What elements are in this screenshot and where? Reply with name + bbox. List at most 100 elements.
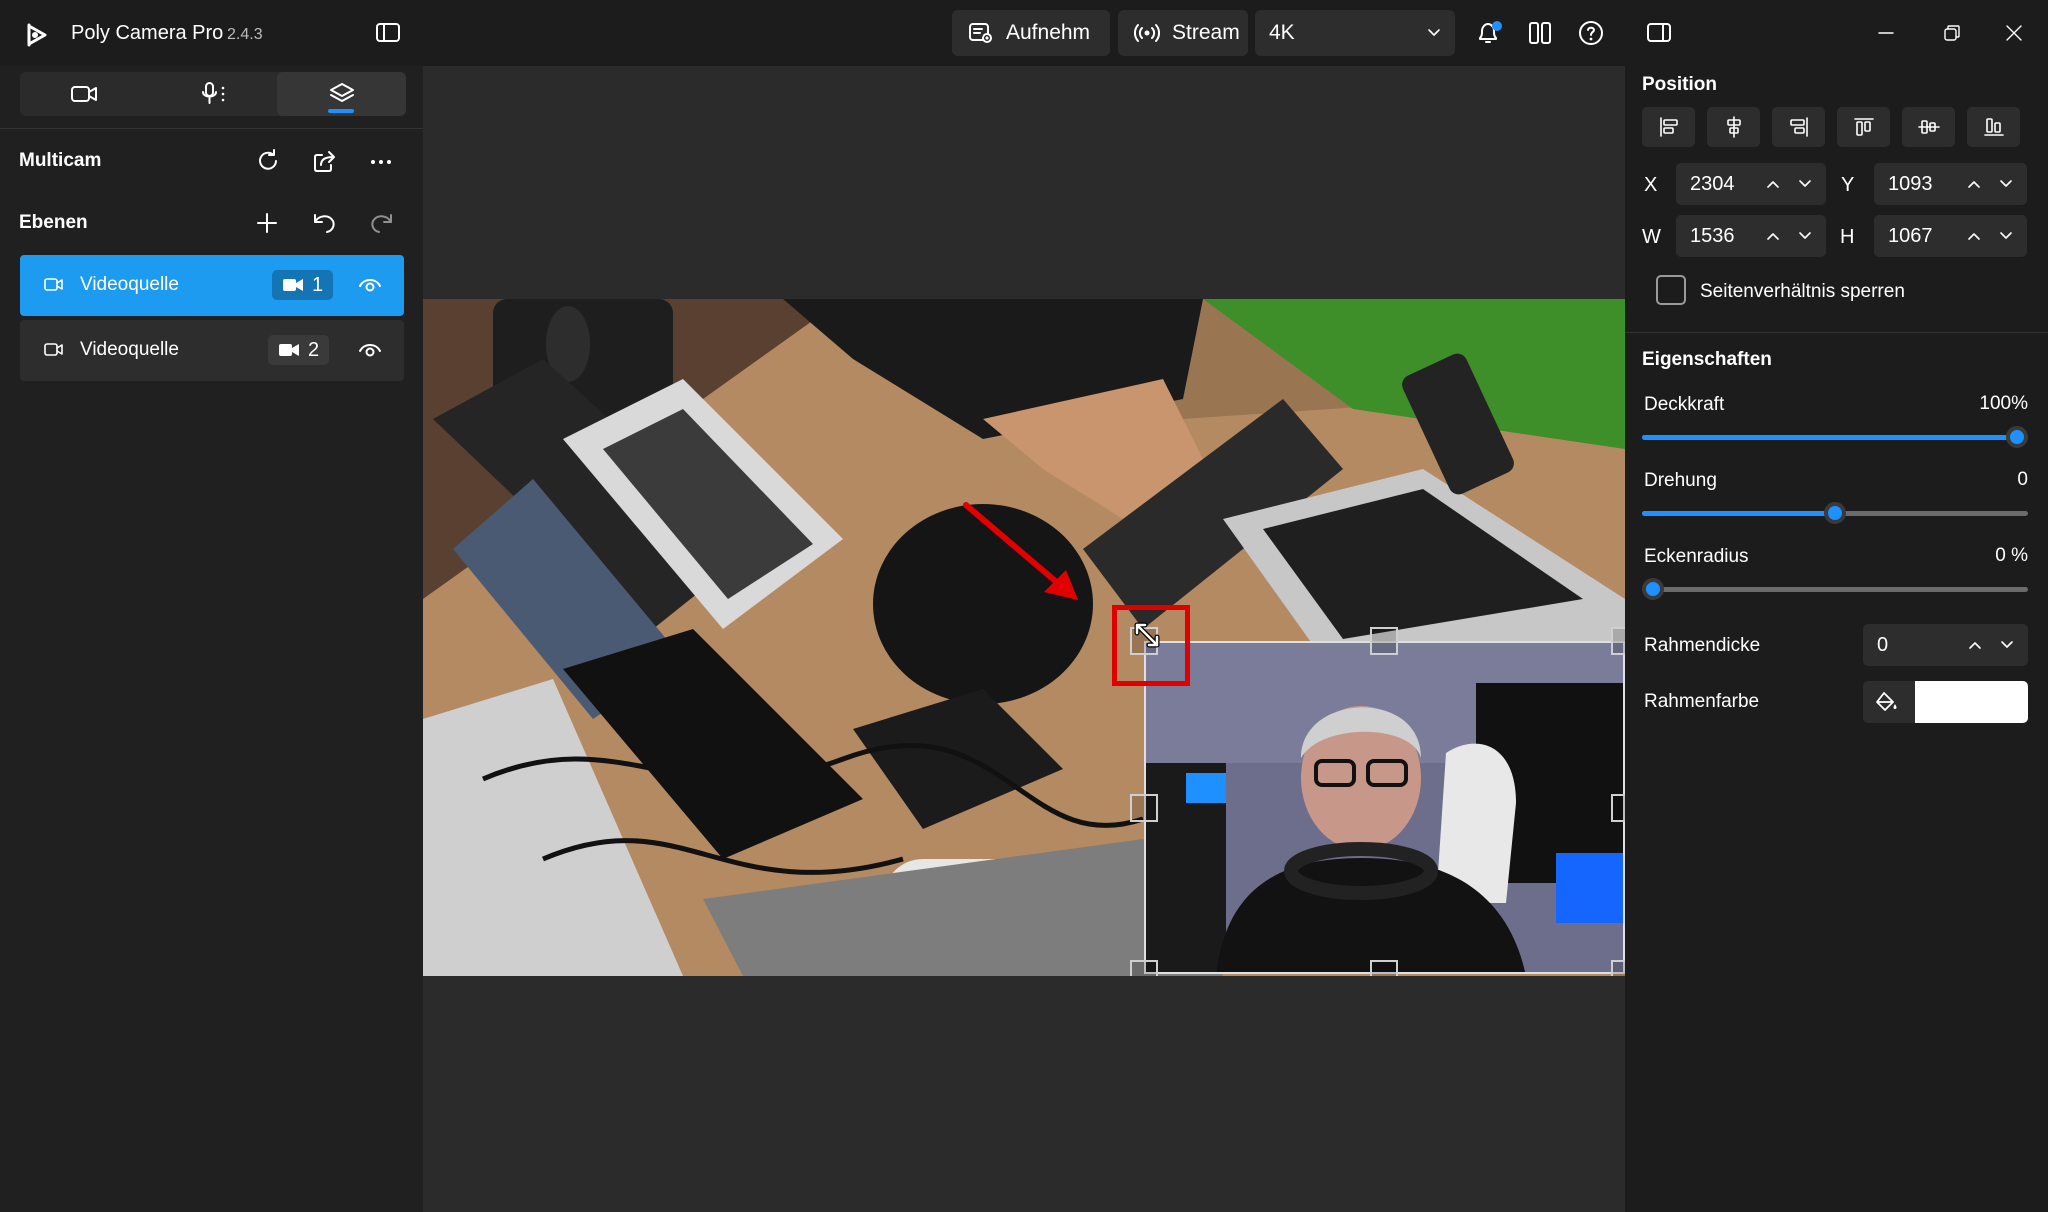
border-width-input[interactable]: 0 <box>1863 624 2028 666</box>
resize-handle-left[interactable] <box>1130 794 1158 822</box>
align-left-button[interactable] <box>1642 107 1695 147</box>
stream-button[interactable]: Stream <box>1118 10 1248 56</box>
refresh-icon[interactable] <box>255 148 281 174</box>
divider <box>1625 332 2048 333</box>
decrement-icon[interactable] <box>1999 231 2013 241</box>
redo-icon[interactable] <box>368 211 394 235</box>
align-center-vertical-button[interactable] <box>1902 107 1955 147</box>
resize-handle-bottom-left[interactable] <box>1130 960 1158 976</box>
slider-thumb[interactable] <box>1824 502 1846 524</box>
tab-camera[interactable] <box>20 72 148 116</box>
more-options-icon[interactable] <box>370 159 392 165</box>
rotation-label: Drehung <box>1644 470 1717 491</box>
resize-handle-top-right[interactable] <box>1611 627 1625 655</box>
resize-handle-right[interactable] <box>1611 794 1625 822</box>
align-right-icon <box>1789 117 1808 137</box>
camera-icon <box>278 342 300 358</box>
slider-fill <box>1642 435 2017 440</box>
video-preview <box>423 299 1625 976</box>
opacity-label: Deckkraft <box>1644 394 1725 415</box>
split-view-icon[interactable] <box>1528 21 1552 45</box>
rotation-slider[interactable] <box>1642 502 2028 524</box>
align-right-button[interactable] <box>1772 107 1825 147</box>
toggle-panel-icon[interactable] <box>1647 22 1671 44</box>
paint-bucket-icon <box>1875 691 1899 713</box>
add-layer-icon[interactable] <box>255 211 279 235</box>
tab-audio[interactable] <box>148 72 277 116</box>
restore-icon[interactable] <box>1943 24 1961 42</box>
properties-panel: Position X 2304 Y 1093 W 1536 H 1067 Sei… <box>1625 66 2048 1212</box>
height-input[interactable]: 1067 <box>1874 215 2027 257</box>
app-title: Poly Camera Pro <box>71 22 224 44</box>
layers-icon <box>329 82 355 106</box>
increment-icon[interactable] <box>1766 231 1780 241</box>
h-label: H <box>1840 226 1855 248</box>
slider-thumb[interactable] <box>2006 426 2028 448</box>
undo-icon[interactable] <box>312 211 338 235</box>
share-icon[interactable] <box>312 148 338 174</box>
minimize-icon[interactable] <box>1877 24 1895 42</box>
camera-icon <box>282 277 304 293</box>
increment-icon[interactable] <box>1967 231 1981 241</box>
divider <box>0 128 423 129</box>
close-icon[interactable] <box>2005 24 2023 42</box>
annotation-arrow-icon <box>960 500 1090 610</box>
border-color-label: Rahmenfarbe <box>1644 691 1760 712</box>
y-label: Y <box>1841 174 1855 196</box>
w-value: 1536 <box>1690 224 1735 247</box>
decrement-icon[interactable] <box>1798 231 1812 241</box>
decrement-icon[interactable] <box>2000 640 2014 650</box>
align-center-horizontal-button[interactable] <box>1707 107 1760 147</box>
camera-2-feed-image <box>1146 643 1623 972</box>
opacity-slider[interactable] <box>1642 426 2028 448</box>
increment-icon[interactable] <box>1968 640 1982 650</box>
rotation-value: 0 <box>2017 469 2028 490</box>
video-source-icon <box>44 342 64 358</box>
left-panel: Multicam Ebenen Videoquelle 1 Videoquell… <box>0 66 423 1212</box>
notification-bell-icon[interactable] <box>1475 20 1503 46</box>
broadcast-icon <box>1134 22 1160 44</box>
slider-thumb[interactable] <box>1642 578 1664 600</box>
panel-tabs <box>20 72 406 116</box>
pip-layer[interactable] <box>1144 641 1625 974</box>
resolution-select[interactable]: 4K <box>1255 10 1455 56</box>
layer-row-2[interactable]: Videoquelle 2 <box>20 320 404 381</box>
x-label: X <box>1644 174 1658 196</box>
increment-icon[interactable] <box>1967 179 1981 189</box>
camera-number: 2 <box>308 338 320 361</box>
record-button[interactable]: Aufnehm <box>952 10 1110 56</box>
chevron-down-icon <box>1427 28 1441 38</box>
x-input[interactable]: 2304 <box>1676 163 1826 205</box>
align-bottom-button[interactable] <box>1967 107 2020 147</box>
decrement-icon[interactable] <box>1999 179 2013 189</box>
increment-icon[interactable] <box>1766 179 1780 189</box>
record-label: Aufnehm <box>1006 21 1090 44</box>
width-input[interactable]: 1536 <box>1676 215 1826 257</box>
app-logo-icon <box>24 22 50 48</box>
properties-title: Eigenschaften <box>1642 349 1772 370</box>
tab-layers[interactable] <box>277 72 406 116</box>
toggle-sidebar-icon[interactable] <box>376 22 400 44</box>
video-camera-icon <box>70 84 98 104</box>
border-color-picker[interactable] <box>1863 681 2028 723</box>
stream-label: Stream <box>1172 21 1240 44</box>
visibility-eye-icon[interactable] <box>358 273 382 297</box>
help-icon[interactable] <box>1578 20 1604 46</box>
lock-aspect-checkbox[interactable] <box>1656 275 1686 305</box>
app-version: 2.4.3 <box>227 26 263 43</box>
resize-handle-bottom-right[interactable] <box>1611 960 1625 976</box>
border-width-value: 0 <box>1877 633 1889 656</box>
resize-handle-top[interactable] <box>1370 627 1398 655</box>
align-bottom-icon <box>1983 118 2004 136</box>
align-top-button[interactable] <box>1837 107 1890 147</box>
y-input[interactable]: 1093 <box>1874 163 2027 205</box>
camera-badge: 1 <box>272 270 334 300</box>
visibility-eye-icon[interactable] <box>358 338 382 362</box>
decrement-icon[interactable] <box>1798 179 1812 189</box>
slider-track <box>1642 587 2028 592</box>
layer-row-1[interactable]: Videoquelle 1 <box>20 255 404 316</box>
microphone-icon <box>198 82 228 106</box>
resize-handle-bottom[interactable] <box>1370 960 1398 976</box>
corner-radius-slider[interactable] <box>1642 578 2028 600</box>
w-label: W <box>1642 226 1661 248</box>
